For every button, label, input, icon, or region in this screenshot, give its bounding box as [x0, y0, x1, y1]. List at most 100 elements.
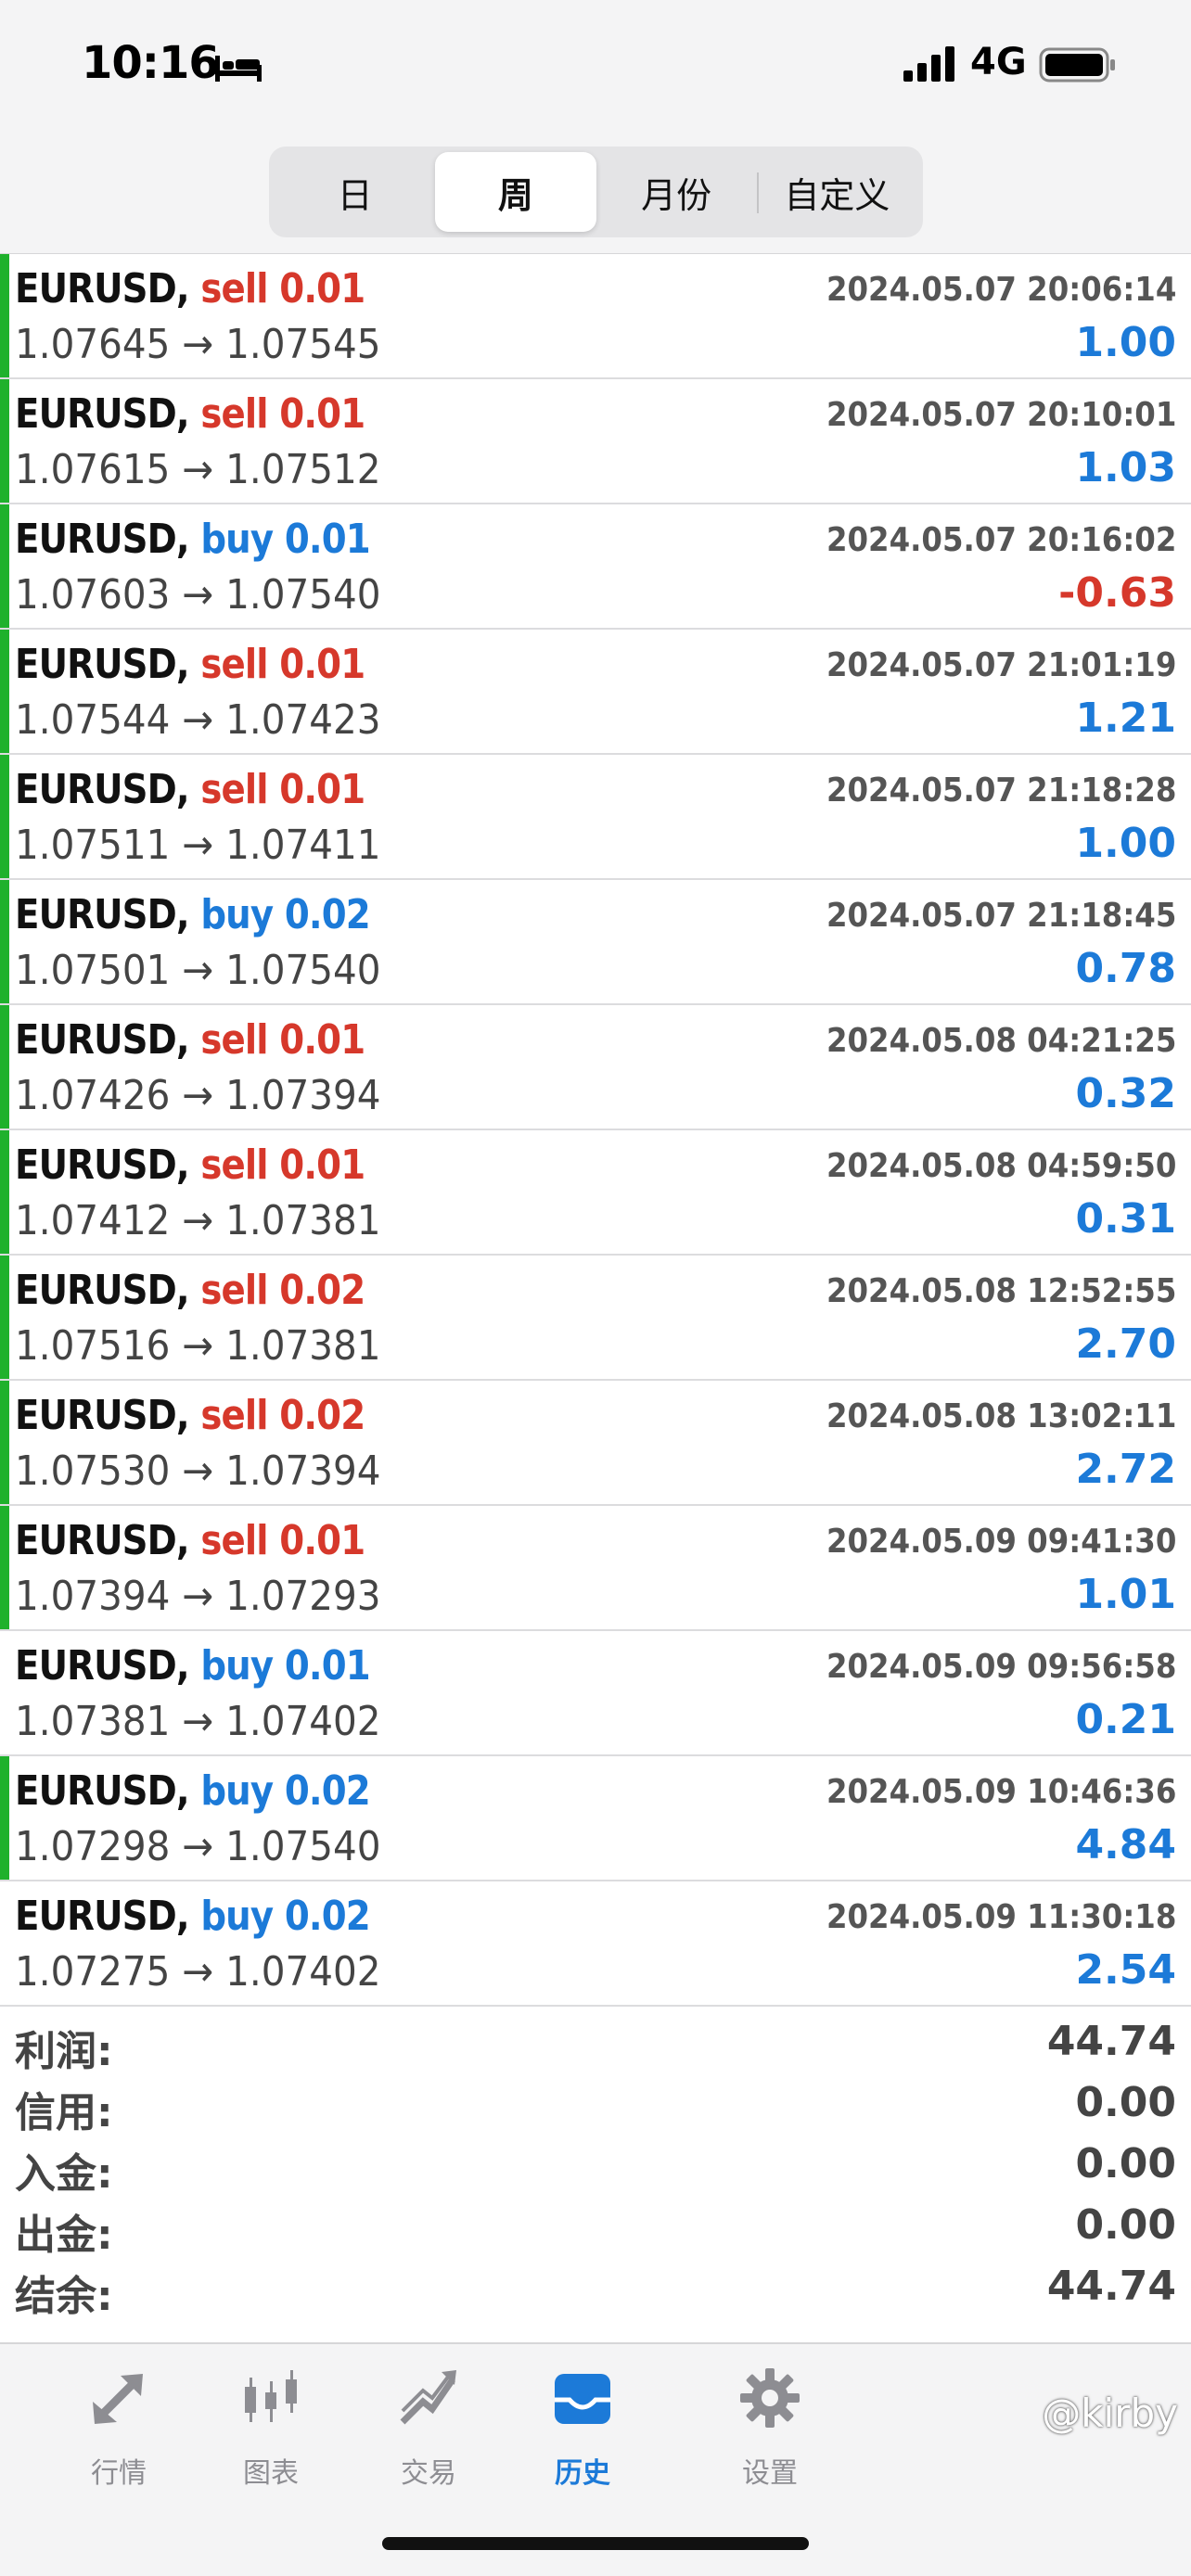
row-marker [0, 379, 9, 503]
trade-row[interactable]: EURUSD, sell 0.01 2024.05.07 20:06:14 1.07… [0, 254, 1191, 379]
open-price: 1.07426 [15, 1072, 171, 1119]
trade-history-list[interactable]: EURUSD, sell 0.01 2024.05.07 20:06:14 1.07… [0, 254, 1191, 2007]
trade-side: sell [200, 265, 268, 312]
close-price: 1.07381 [225, 1322, 381, 1370]
row-marker [0, 1756, 9, 1880]
close-price: 1.07540 [225, 1823, 381, 1870]
arrow: → [182, 1573, 214, 1620]
trade-row[interactable]: EURUSD, sell 0.02 2024.05.08 12:52:55 1.07… [0, 1256, 1191, 1381]
summary-row: 利润: 44.74 [0, 2012, 1191, 2075]
trade-prices: 1.07394 → 1.07293 [15, 1573, 380, 1620]
trade-title: EURUSD, sell 0.01 [15, 766, 365, 813]
trade-timestamp: 2024.05.09 10:46:36 [826, 1773, 1176, 1811]
tab-label: 行情 [91, 2457, 147, 2490]
trade-symbol: EURUSD, [15, 265, 190, 312]
trade-title: EURUSD, buy 0.01 [15, 516, 371, 563]
trade-side: buy [200, 1642, 274, 1690]
trade-title: EURUSD, buy 0.02 [15, 891, 371, 938]
trade-side: sell [200, 1517, 268, 1564]
open-price: 1.07298 [15, 1823, 171, 1870]
arrow: → [182, 446, 214, 493]
trade-row[interactable]: EURUSD, buy 0.01 2024.05.09 09:56:58 1.073… [0, 1631, 1191, 1756]
battery-icon [1039, 47, 1115, 83]
trade-profit: 2.54 [1075, 1946, 1176, 1994]
trade-row[interactable]: EURUSD, sell 0.01 2024.05.07 21:01:19 1.07… [0, 630, 1191, 755]
tab-label: 图表 [243, 2457, 299, 2490]
trade-symbol: EURUSD, [15, 641, 190, 688]
trade-row[interactable]: EURUSD, buy 0.02 2024.05.07 21:18:45 1.075… [0, 880, 1191, 1005]
trade-volume: 0.02 [279, 1267, 365, 1314]
close-price: 1.07381 [225, 1197, 381, 1244]
trade-title: EURUSD, sell 0.01 [15, 1141, 365, 1189]
sleep-bed-icon [215, 56, 262, 82]
trade-profit: 0.21 [1075, 1696, 1176, 1743]
trade-timestamp: 2024.05.09 11:30:18 [826, 1898, 1176, 1936]
trade-row[interactable]: EURUSD, sell 0.02 2024.05.08 13:02:11 1.07… [0, 1381, 1191, 1506]
period-tab-1[interactable]: 周 [435, 152, 596, 232]
arrow: → [182, 1823, 214, 1870]
open-price: 1.07394 [15, 1573, 171, 1620]
summary-value: 44.74 [1046, 2263, 1176, 2310]
tab-history-tray[interactable]: 历史 [499, 2365, 666, 2504]
trade-prices: 1.07412 → 1.07381 [15, 1197, 380, 1244]
candlestick-chart-icon [245, 2370, 297, 2422]
period-tab-3[interactable]: 自定义 [756, 152, 917, 232]
row-marker [0, 1256, 9, 1379]
cellular-signal-icon [903, 46, 954, 82]
trade-prices: 1.07501 → 1.07540 [15, 947, 380, 994]
trade-prices: 1.07516 → 1.07381 [15, 1322, 380, 1370]
trade-row[interactable]: EURUSD, buy 0.01 2024.05.07 20:16:02 1.076… [0, 504, 1191, 630]
row-marker [0, 254, 9, 377]
period-tab-0[interactable]: 日 [275, 152, 435, 232]
trade-title: EURUSD, sell 0.01 [15, 641, 365, 688]
open-price: 1.07501 [15, 947, 171, 994]
trade-row[interactable]: EURUSD, buy 0.02 2024.05.09 11:30:18 1.072… [0, 1881, 1191, 2007]
trade-row[interactable]: EURUSD, sell 0.01 2024.05.08 04:21:25 1.07… [0, 1005, 1191, 1130]
tab-trade-chart[interactable]: 交易 [345, 2365, 512, 2504]
close-price: 1.07402 [225, 1948, 381, 1996]
summary-label: 出金: [15, 2212, 113, 2259]
trade-row[interactable]: EURUSD, sell 0.01 2024.05.08 04:59:50 1.07… [0, 1130, 1191, 1256]
trade-title: EURUSD, sell 0.02 [15, 1267, 365, 1314]
home-indicator[interactable] [382, 2537, 809, 2550]
quotes-arrows-icon [93, 2374, 143, 2424]
trade-prices: 1.07544 → 1.07423 [15, 696, 380, 744]
period-tab-2[interactable]: 月份 [596, 152, 757, 232]
summary-value: 44.74 [1046, 2018, 1176, 2065]
tab-quotes-arrows[interactable]: 行情 [35, 2365, 202, 2504]
trade-symbol: EURUSD, [15, 1767, 190, 1815]
summary-row: 出金: 0.00 [0, 2196, 1191, 2259]
trade-row[interactable]: EURUSD, sell 0.01 2024.05.07 21:18:28 1.07… [0, 755, 1191, 880]
trade-row[interactable]: EURUSD, sell 0.01 2024.05.09 09:41:30 1.07… [0, 1506, 1191, 1631]
trade-prices: 1.07298 → 1.07540 [15, 1823, 380, 1870]
trade-symbol: EURUSD, [15, 1267, 190, 1314]
trade-volume: 0.01 [284, 1642, 371, 1690]
trade-profit: 2.70 [1075, 1320, 1176, 1368]
trade-profit: 1.00 [1075, 820, 1176, 867]
trade-chart-icon [400, 2370, 456, 2425]
tab-gear[interactable]: 设置 [686, 2365, 853, 2504]
trade-volume: 0.01 [279, 1517, 365, 1564]
trade-side: buy [200, 891, 274, 938]
trade-row[interactable]: EURUSD, sell 0.01 2024.05.07 20:10:01 1.07… [0, 379, 1191, 504]
arrow: → [182, 696, 214, 744]
tab-label: 交易 [401, 2457, 456, 2490]
trade-symbol: EURUSD, [15, 516, 190, 563]
trade-volume: 0.02 [284, 891, 371, 938]
summary-row: 结余: 44.74 [0, 2257, 1191, 2320]
close-price: 1.07512 [225, 446, 381, 493]
trade-title: EURUSD, sell 0.01 [15, 390, 365, 438]
period-segmented-control: 日周月份 自定义 [269, 147, 923, 237]
gear-icon [740, 2368, 800, 2428]
summary-value: 0.00 [1075, 2079, 1176, 2126]
row-marker [0, 1381, 9, 1504]
trade-row[interactable]: EURUSD, buy 0.02 2024.05.09 10:46:36 1.072… [0, 1756, 1191, 1881]
trade-timestamp: 2024.05.08 12:52:55 [826, 1272, 1176, 1310]
summary-label: 结余: [15, 2273, 113, 2320]
trade-profit: 1.03 [1075, 444, 1176, 491]
period-tab-label: 自定义 [784, 174, 890, 216]
segment-divider [756, 172, 759, 213]
tab-candlestick-chart[interactable]: 图表 [187, 2365, 354, 2504]
open-price: 1.07516 [15, 1322, 171, 1370]
arrow: → [182, 1072, 214, 1119]
